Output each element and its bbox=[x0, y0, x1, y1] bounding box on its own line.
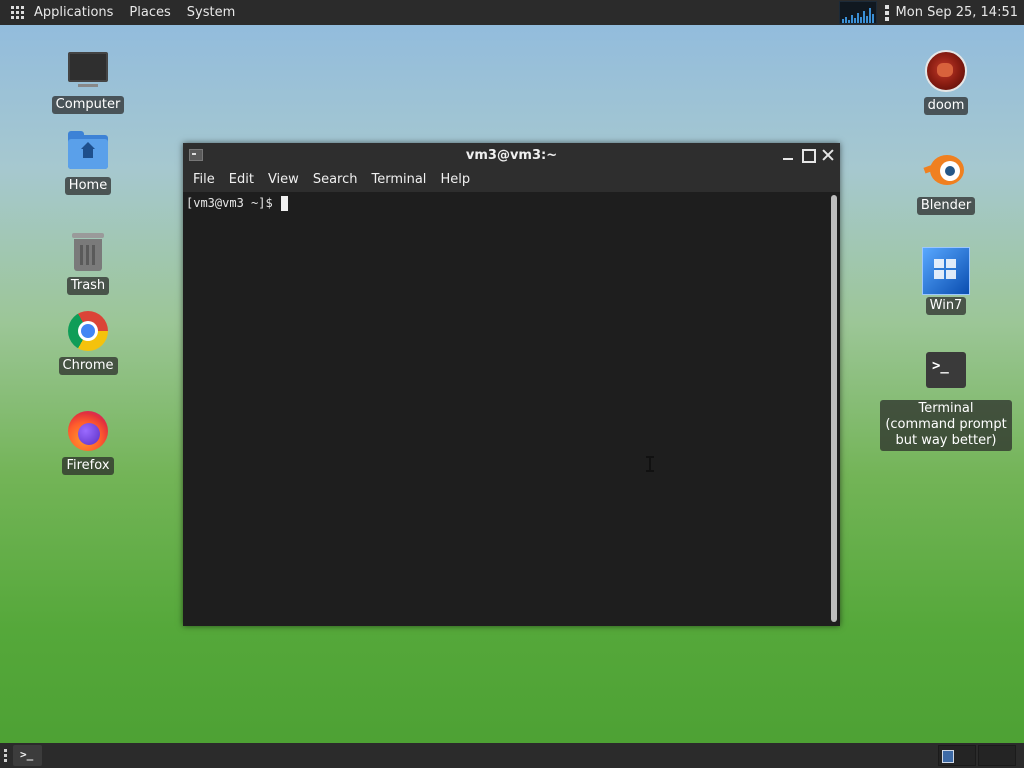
desktop-icon-blender[interactable]: Blender bbox=[896, 147, 996, 215]
maximize-button[interactable] bbox=[800, 147, 816, 163]
menu-places[interactable]: Places bbox=[129, 5, 178, 20]
desktop-icon-trash[interactable]: Trash bbox=[38, 227, 138, 295]
shell-prompt: [vm3@vm3 ~]$ bbox=[186, 196, 280, 210]
system-monitor-icon[interactable] bbox=[838, 1, 877, 24]
menu-file[interactable]: File bbox=[186, 168, 222, 192]
window-title: vm3@vm3:~ bbox=[465, 148, 558, 163]
terminal-menubar: File Edit View Search Terminal Help bbox=[183, 168, 840, 192]
desktop-icon-chrome[interactable]: Chrome bbox=[38, 307, 138, 375]
workspace-1[interactable] bbox=[938, 745, 976, 766]
desktop-icon-label: Trash bbox=[66, 277, 110, 295]
terminal-output[interactable]: [vm3@vm3 ~]$ bbox=[183, 192, 828, 626]
text-cursor bbox=[280, 195, 288, 211]
minimize-button[interactable] bbox=[780, 147, 796, 163]
desktop-icon-terminal[interactable]: >_ Terminal (command prompt but way bett… bbox=[880, 350, 1012, 451]
desktop-icon-win7[interactable]: Win7 bbox=[896, 247, 996, 315]
desktop-icon-home[interactable]: Home bbox=[38, 127, 138, 195]
top-panel-right: Mon Sep 25, 14:51 bbox=[838, 0, 1024, 25]
ibeam-cursor-icon bbox=[646, 456, 654, 472]
desktop-icon-label: Home bbox=[64, 177, 112, 195]
top-panel: Applications Places System Mon Sep 25, 1… bbox=[0, 0, 1024, 25]
desktop-icon-firefox[interactable]: Firefox bbox=[38, 407, 138, 475]
desktop-icon-label: Blender bbox=[916, 197, 976, 215]
desktop-icon-label: Computer bbox=[51, 96, 125, 114]
terminal-app-icon[interactable] bbox=[189, 149, 203, 161]
desktop-icon-label: Win7 bbox=[925, 297, 967, 315]
desktop-icon-computer[interactable]: Computer bbox=[38, 46, 138, 114]
menu-search[interactable]: Search bbox=[306, 168, 365, 192]
bottom-panel: >_ bbox=[0, 743, 1024, 768]
menu-view[interactable]: View bbox=[261, 168, 306, 192]
close-button[interactable] bbox=[820, 147, 836, 163]
menu-applications[interactable]: Applications bbox=[34, 5, 121, 20]
clock[interactable]: Mon Sep 25, 14:51 bbox=[896, 5, 1018, 20]
menu-system[interactable]: System bbox=[187, 5, 243, 20]
top-menu: Applications Places System bbox=[34, 0, 251, 25]
prompt-line: [vm3@vm3 ~]$ bbox=[186, 195, 825, 211]
apps-grid-icon[interactable] bbox=[11, 5, 25, 20]
chrome-icon bbox=[64, 307, 112, 355]
panel-handle-icon[interactable] bbox=[4, 749, 8, 762]
workspace-2[interactable] bbox=[978, 745, 1016, 766]
desktop-icon-label: Terminal (command prompt but way better) bbox=[880, 400, 1012, 451]
desktop-icon-label: doom bbox=[923, 97, 969, 115]
terminal-task-icon: >_ bbox=[20, 748, 34, 761]
kebab-icon[interactable] bbox=[884, 4, 889, 21]
terminal-icon: >_ bbox=[922, 350, 970, 398]
window-controls bbox=[780, 147, 836, 163]
menu-terminal[interactable]: Terminal bbox=[364, 168, 433, 192]
terminal-window[interactable]: vm3@vm3:~ File Edit View Search Terminal… bbox=[183, 143, 840, 626]
win7-icon bbox=[922, 247, 970, 295]
desktop-icon-label: Firefox bbox=[62, 457, 114, 475]
computer-icon bbox=[64, 46, 112, 94]
workspace-switcher bbox=[938, 745, 1016, 766]
desktop-icon-doom[interactable]: doom bbox=[896, 47, 996, 115]
menu-help[interactable]: Help bbox=[433, 168, 477, 192]
window-titlebar[interactable]: vm3@vm3:~ bbox=[183, 143, 840, 168]
firefox-icon bbox=[64, 407, 112, 455]
home-folder-icon bbox=[64, 127, 112, 175]
desktop-icon-label: Chrome bbox=[58, 357, 118, 375]
blender-icon bbox=[922, 147, 970, 195]
doom-icon bbox=[922, 47, 970, 95]
taskbar-terminal-button[interactable]: >_ bbox=[13, 745, 42, 766]
trash-icon bbox=[64, 227, 112, 275]
scrollbar-thumb[interactable] bbox=[831, 195, 837, 622]
menu-edit[interactable]: Edit bbox=[222, 168, 261, 192]
